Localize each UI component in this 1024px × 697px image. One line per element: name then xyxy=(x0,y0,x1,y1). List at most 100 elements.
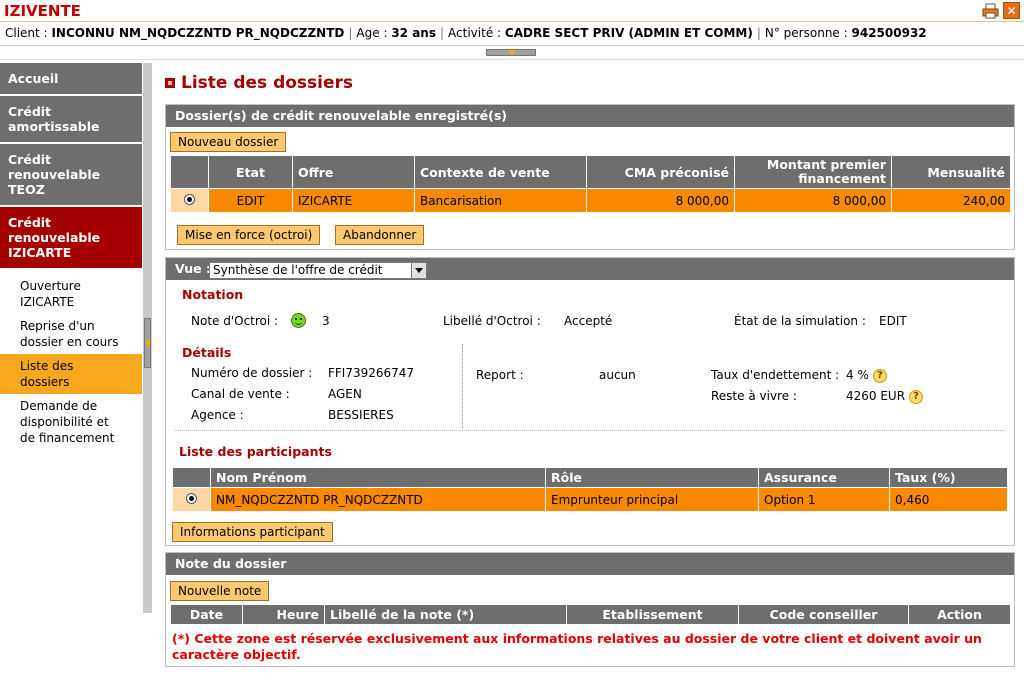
radio-selected-icon[interactable] xyxy=(186,492,197,504)
page-title: Liste des dossiers xyxy=(165,73,353,93)
app-name: IZIVENTE xyxy=(4,2,81,20)
sidebar-subitem-reprise[interactable]: Reprise d'un dossier en cours xyxy=(0,314,142,354)
age-label: Age : xyxy=(356,26,388,40)
column-header-etablissement: Etablissement xyxy=(566,604,739,625)
cell-mensualite: 240,00 xyxy=(891,188,1011,213)
details-title: Détails xyxy=(182,345,232,360)
taux-endettement-field: 4 %? xyxy=(846,368,887,383)
column-header-code-conseiller: Code conseiller xyxy=(738,604,909,625)
chevron-down-icon[interactable] xyxy=(411,263,426,278)
column-header-libelle: Libellé de la note (*) xyxy=(324,604,567,625)
chevron-down-icon xyxy=(508,50,516,55)
cell-taux: 0,460 xyxy=(889,487,1008,512)
informations-participant-button[interactable]: Informations participant xyxy=(172,522,333,542)
participants-title: Liste des participants xyxy=(179,444,332,459)
select-column-header xyxy=(172,467,211,488)
abandon-button[interactable]: Abandonner xyxy=(335,225,425,245)
close-icon[interactable]: ✕ xyxy=(1003,2,1020,19)
agence-value: BESSIERES xyxy=(328,408,394,422)
vue-panel: Vue : Synthèse de l'offre de crédit Nota… xyxy=(165,257,1015,546)
new-dossier-button[interactable]: Nouveau dossier xyxy=(170,132,287,152)
cell-assurance: Option 1 xyxy=(758,487,890,512)
header-icons: ✕ xyxy=(982,2,1020,19)
notation-title: Notation xyxy=(182,287,244,302)
note-warning: (*) Cette zone est réservée exclusivemen… xyxy=(172,631,982,662)
column-header-action: Action xyxy=(908,604,1011,625)
vue-select-value: Synthèse de l'offre de crédit xyxy=(213,263,383,277)
column-header-taux: Taux (%) xyxy=(889,467,1008,488)
taux-endettement-value: 4 % xyxy=(846,368,869,382)
participants-divider xyxy=(175,430,1005,431)
note-octroi-label: Note d'Octroi : xyxy=(191,314,279,328)
sidebar-subitem-demande[interactable]: Demande de disponibilité et de financeme… xyxy=(0,394,142,450)
sidebar-subitem-ouverture[interactable]: Ouverture IZICARTE xyxy=(0,274,142,314)
smiley-icon xyxy=(291,313,306,328)
row-select-radio[interactable] xyxy=(172,487,211,512)
numero-dossier-value: FFI739266747 xyxy=(328,366,415,380)
report-value: aucun xyxy=(599,368,636,382)
vue-label: Vue : xyxy=(175,261,211,276)
header-splitter xyxy=(0,46,1024,60)
cell-role: Emprunteur principal xyxy=(545,487,759,512)
table-row[interactable]: EDIT IZICARTE Bancarisation 8 000,00 8 0… xyxy=(170,188,1011,213)
note-panel-title: Note du dossier xyxy=(166,553,1014,575)
dossiers-table: Etat Offre Contexte de vente CMA préconi… xyxy=(170,155,1011,213)
radio-selected-icon[interactable] xyxy=(184,193,195,205)
column-header-etat: Etat xyxy=(208,155,293,189)
etat-simulation-label: État de la simulation : xyxy=(734,314,866,328)
vue-select[interactable]: Synthèse de l'offre de crédit xyxy=(209,262,427,279)
sidebar-item-credit-izicarte[interactable]: Crédit renouvelable IZICARTE xyxy=(0,207,142,270)
select-column-header xyxy=(170,155,209,189)
row-select-radio[interactable] xyxy=(170,188,209,213)
canal-vente-label: Canal de vente : xyxy=(191,387,290,401)
reste-a-vivre-label: Reste à vivre : xyxy=(711,389,797,403)
vue-panel-header: Vue : Synthèse de l'offre de crédit xyxy=(166,258,1014,280)
cell-nom: NM_NQDCZZNTD PR_NQDCZZNTD xyxy=(210,487,546,512)
column-header-offre: Offre xyxy=(292,155,415,189)
participants-table-header: Nom Prénom Rôle Assurance Taux (%) xyxy=(172,467,1008,488)
table-row[interactable]: NM_NQDCZZNTD PR_NQDCZZNTD Emprunteur pri… xyxy=(172,487,1008,512)
libelle-octroi-value: Accepté xyxy=(564,314,613,328)
column-header-role: Rôle xyxy=(545,467,759,488)
sidebar-subitem-liste-dossiers[interactable]: Liste des dossiers xyxy=(0,354,142,394)
sidebar-item-accueil[interactable]: Accueil xyxy=(0,63,142,96)
column-header-montant: Montant premier financement xyxy=(734,155,892,189)
note-octroi-value: 3 xyxy=(322,314,330,328)
client-value: INCONNU NM_NQDCZZNTD PR_NQDCZZNTD xyxy=(51,26,345,40)
app-header: IZIVENTE ✕ xyxy=(0,0,1024,22)
collapse-header-handle[interactable] xyxy=(486,49,536,56)
activity-value: CADRE SECT PRIV (ADMIN ET COMM) xyxy=(504,26,753,40)
mise-en-force-button[interactable]: Mise en force (octroi) xyxy=(177,225,321,245)
etat-simulation-value: EDIT xyxy=(879,314,907,328)
participants-table: Nom Prénom Rôle Assurance Taux (%) NM_NQ… xyxy=(172,467,1008,512)
cell-etat: EDIT xyxy=(208,188,293,213)
reste-a-vivre-value: 4260 EUR xyxy=(846,389,906,403)
column-header-assurance: Assurance xyxy=(758,467,890,488)
note-panel: Note du dossier Nouvelle note Date Heure… xyxy=(165,552,1015,667)
person-value: 942500932 xyxy=(851,26,927,40)
column-header-nom: Nom Prénom xyxy=(210,467,546,488)
sidebar: Accueil Crédit amortissable Crédit renou… xyxy=(0,63,142,697)
sidebar-item-credit-teoz[interactable]: Crédit renouvelable TEOZ xyxy=(0,144,142,207)
new-note-button[interactable]: Nouvelle note xyxy=(170,581,270,601)
print-icon[interactable] xyxy=(982,2,999,19)
help-icon[interactable]: ? xyxy=(909,389,924,404)
column-header-contexte: Contexte de vente xyxy=(414,155,587,189)
details-divider xyxy=(462,344,463,428)
collapse-sidebar-handle[interactable] xyxy=(144,318,151,368)
agence-label: Agence : xyxy=(191,408,244,422)
cell-montant: 8 000,00 xyxy=(734,188,892,213)
numero-dossier-label: Numéro de dossier : xyxy=(191,366,313,380)
taux-endettement-label: Taux d'endettement : xyxy=(711,368,840,382)
title-bullet-icon xyxy=(165,78,175,88)
cell-cma: 8 000,00 xyxy=(586,188,735,213)
column-header-date: Date xyxy=(170,604,243,625)
canal-vente-value: AGEN xyxy=(328,387,362,401)
dossiers-panel: Dossier(s) de crédit renouvelable enregi… xyxy=(165,104,1015,250)
sidebar-item-credit-amortissable[interactable]: Crédit amortissable xyxy=(0,96,142,144)
cell-offre: IZICARTE xyxy=(292,188,415,213)
column-header-heure: Heure xyxy=(242,604,325,625)
libelle-octroi-label: Libellé d'Octroi : xyxy=(443,314,541,328)
help-icon[interactable]: ? xyxy=(872,368,887,383)
notes-table: Date Heure Libellé de la note (*) Etabli… xyxy=(170,604,1011,625)
